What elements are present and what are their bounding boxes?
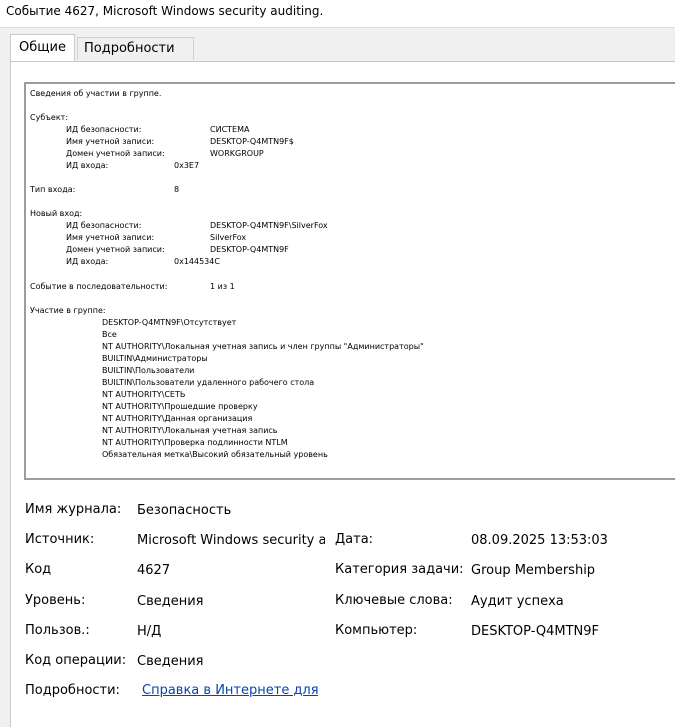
new-logon-logon-id-value: 0x144534C (174, 257, 220, 266)
keywords-value: Аудит успеха (471, 594, 564, 609)
level-value: Сведения (137, 594, 204, 609)
group-item: NT AUTHORITY\Локальная учетная запись (102, 426, 278, 435)
logon-type-label: Тип входа: (30, 185, 76, 194)
new-logon-account-value: SilverFox (210, 233, 247, 242)
subject-sid-label: ИД безопасности: (66, 125, 142, 134)
membership-label: Участие в группе: (30, 306, 106, 315)
new-logon-logon-id-label: ИД входа: (66, 257, 109, 266)
new-logon-sid-label: ИД безопасности: (66, 221, 142, 230)
group-item: BUILTIN\Пользователи удаленного рабочего… (102, 378, 315, 387)
tab-details[interactable]: Подробности (77, 37, 194, 60)
group-item: DESKTOP-Q4MTN9F\Отсутствует (102, 318, 237, 327)
keywords-label: Ключевые слова: (335, 593, 453, 608)
task-category-label: Категория задачи: (335, 562, 464, 577)
logon-type-value: 8 (174, 185, 180, 194)
description-heading: Сведения об участии в группе. (30, 89, 162, 98)
subject-label: Субъект: (30, 113, 69, 122)
group-item: BUILTIN\Пользователи (102, 366, 195, 375)
code-value: 4627 (137, 563, 171, 578)
tab-strip: Общие Подробности (10, 34, 675, 61)
computer-label: Компьютер: (335, 623, 418, 638)
subject-account-value: DESKTOP-Q4MTN9F$ (210, 137, 294, 146)
task-category-value: Group Membership (471, 563, 596, 578)
opcode-value: Сведения (137, 654, 204, 669)
computer-value: DESKTOP-Q4MTN9F (471, 624, 600, 639)
source-value: Microsoft Windows security auditing. (137, 533, 325, 548)
group-item: NT AUTHORITY\Локальная учетная запись и … (102, 342, 424, 351)
general-panel: Сведения об участии в группе. Субъект: И… (10, 61, 675, 727)
code-label: Код (25, 562, 52, 577)
event-description-box[interactable]: Сведения об участии в группе. Субъект: И… (24, 82, 675, 480)
group-item: NT AUTHORITY\СЕТЬ (102, 390, 186, 399)
online-help-link[interactable]: Справка в Интернете для журнала (142, 682, 318, 700)
date-value: 08.09.2025 13:53:03 (471, 533, 608, 548)
new-logon-domain-label: Домен учетной записи: (66, 245, 165, 254)
group-item: BUILTIN\Администраторы (102, 354, 208, 363)
date-label: Дата: (335, 532, 374, 547)
subject-account-label: Имя учетной записи: (66, 137, 155, 146)
subject-sid-value: СИСТЕМА (210, 125, 250, 134)
sequence-label: Событие в последовательности: (30, 282, 168, 291)
new-logon-sid-value: DESKTOP-Q4MTN9F\SilverFox (210, 221, 328, 230)
subject-logon-id-value: 0x3E7 (174, 161, 200, 170)
log-name-value: Безопасность (137, 503, 232, 518)
tab-general[interactable]: Общие (10, 34, 75, 61)
more-info-label: Подробности: (25, 683, 120, 698)
new-logon-account-label: Имя учетной записи: (66, 233, 155, 242)
window-title: Событие 4627, Microsoft Windows security… (0, 0, 675, 28)
log-name-label: Имя журнала: (25, 502, 122, 517)
user-value: Н/Д (137, 624, 162, 639)
new-logon-label: Новый вход: (30, 209, 83, 218)
subject-domain-value: WORKGROUP (210, 149, 264, 158)
subject-domain-label: Домен учетной записи: (66, 149, 165, 158)
sequence-value: 1 из 1 (210, 282, 235, 291)
user-label: Пользов.: (25, 623, 90, 638)
new-logon-domain-value: DESKTOP-Q4MTN9F (210, 245, 289, 254)
group-item: NT AUTHORITY\Данная организация (102, 414, 253, 423)
subject-logon-id-label: ИД входа: (66, 161, 109, 170)
group-item: NT AUTHORITY\Прошедшие проверку (102, 402, 258, 411)
group-item: Обязательная метка\Высокий обязательный … (102, 450, 328, 459)
group-item: NT AUTHORITY\Проверка подлинности NTLM (102, 438, 288, 447)
opcode-label: Код операции: (25, 653, 127, 668)
level-label: Уровень: (25, 593, 86, 608)
source-label: Источник: (25, 532, 95, 547)
group-item: Все (102, 330, 117, 339)
